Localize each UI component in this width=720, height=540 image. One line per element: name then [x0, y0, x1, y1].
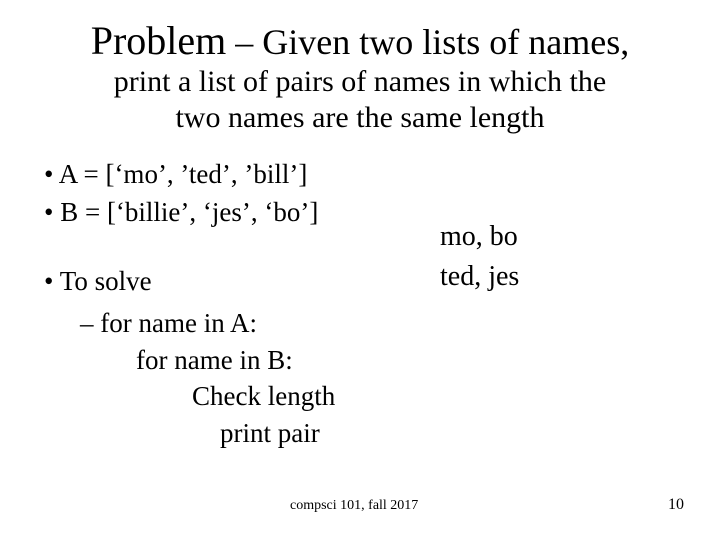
title-block: Problem – Given two lists of names, prin… — [40, 18, 680, 136]
title-rest1: – Given two lists of names, — [226, 22, 629, 62]
sub-line-2: for name in B: — [136, 342, 680, 378]
footer-course: compsci 101, fall 2017 — [290, 498, 418, 514]
sub-block: for name in A: for name in B: Check leng… — [80, 305, 680, 451]
sub-line-4: print pair — [220, 415, 680, 451]
title-lead: Problem — [91, 18, 227, 63]
page-number: 10 — [668, 496, 684, 514]
sub-line-1: for name in A: — [80, 305, 680, 341]
output-block: mo, bo ted, jes — [440, 218, 519, 298]
bullet-b: B = [‘billie’, ‘jes’, ‘bo’] — [44, 194, 680, 230]
bullet-list: A = [‘mo’, ’ted’, ’bill’] B = [‘billie’,… — [40, 156, 680, 231]
body-block: A = [‘mo’, ’ted’, ’bill’] B = [‘billie’,… — [40, 156, 680, 451]
bullet-a: A = [‘mo’, ’ted’, ’bill’] — [44, 156, 680, 192]
title-line3: two names are the same length — [40, 100, 680, 136]
bullet-solve: To solve — [44, 263, 680, 299]
sub-line-3: Check length — [192, 378, 680, 414]
bullet-list-2: To solve — [40, 263, 680, 299]
title-line1: Problem – Given two lists of names, — [40, 18, 680, 64]
output-line-1: mo, bo — [440, 218, 519, 256]
output-line-2: ted, jes — [440, 258, 519, 296]
title-line2: print a list of pairs of names in which … — [40, 64, 680, 100]
